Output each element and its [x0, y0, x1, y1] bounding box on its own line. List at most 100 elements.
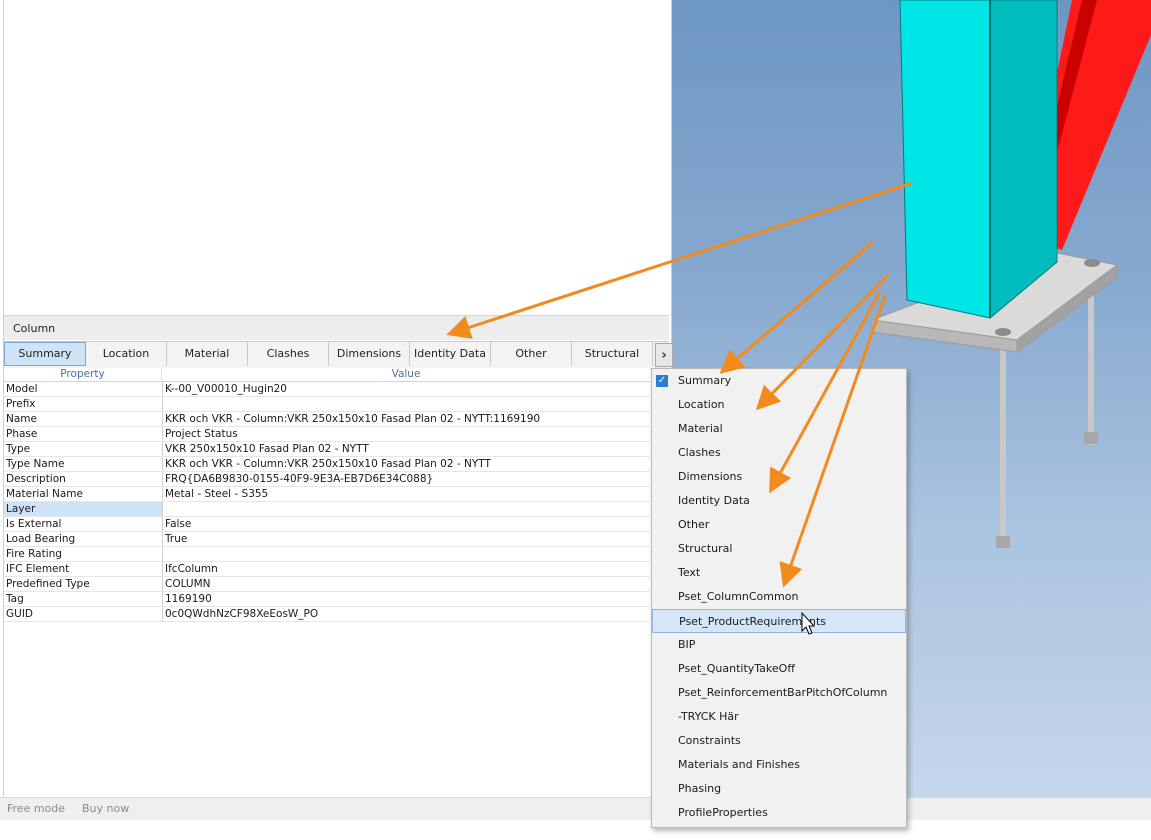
table-row[interactable]: Name KKR och VKR - Column:VKR 250x150x10 … [4, 412, 650, 427]
menu-item-label: Other [678, 518, 710, 531]
menu-item-bip[interactable]: BIP [652, 633, 906, 657]
property-value: 1169190 [165, 593, 212, 605]
property-value: True [165, 533, 188, 545]
menu-item-profile-properties[interactable]: ProfileProperties [652, 801, 906, 825]
tab-identity-data[interactable]: Identity Data [410, 342, 491, 366]
status-bar: Free mode Buy now [0, 797, 1151, 820]
panel-title: Column [13, 322, 56, 335]
table-row[interactable]: Description FRQ{DA6B9830-0155-40F9-9E3A-E… [4, 472, 650, 487]
property-value [163, 547, 650, 561]
tab-dimensions[interactable]: Dimensions [329, 342, 410, 366]
base-bolt-1 [995, 328, 1011, 336]
table-row[interactable]: Predefined Type COLUMN [4, 577, 650, 592]
buy-now-link[interactable]: Buy now [82, 802, 129, 815]
property-name: Tag [4, 592, 163, 606]
property-value: VKR 250x150x10 Fasad Plan 02 - NYTT [165, 443, 369, 455]
menu-item-label: ProfileProperties [678, 806, 768, 819]
chevron-right-icon[interactable]: › [655, 343, 673, 367]
menu-item-summary[interactable]: ✓ Summary [652, 369, 906, 393]
menu-item-other[interactable]: Other [652, 513, 906, 537]
steel-column-side [989, 0, 1058, 320]
menu-item-tryck-har[interactable]: -TRYCK Här [652, 705, 906, 729]
menu-item-pset-reinforcement-bar-pitch[interactable]: Pset_ReinforcementBarPitchOfColumn [652, 681, 906, 705]
property-name: Load Bearing [4, 532, 163, 546]
tab-summary[interactable]: Summary [4, 342, 86, 366]
table-row[interactable]: Load Bearing True [4, 532, 650, 547]
property-value: False [165, 518, 192, 530]
property-value: K--00_V00010_Hugin20 [165, 383, 287, 395]
property-value: KKR och VKR - Column:VKR 250x150x10 Fasa… [165, 458, 491, 470]
tab-location[interactable]: Location [86, 342, 167, 366]
menu-item-location[interactable]: Location [652, 393, 906, 417]
menu-item-label: Identity Data [678, 494, 750, 507]
table-row[interactable]: Tag 1169190 [4, 592, 650, 607]
property-value: KKR och VKR - Column:VKR 250x150x10 Fasa… [165, 413, 541, 425]
table-row[interactable]: Fire Rating [4, 547, 650, 562]
tab-material[interactable]: Material [167, 342, 248, 366]
panel-header: Column [4, 315, 669, 340]
menu-item-label: Summary [678, 374, 732, 387]
table-row[interactable]: Prefix [4, 397, 650, 412]
menu-item-label: Dimensions [678, 470, 743, 483]
property-value: Project Status [165, 428, 238, 440]
menu-item-pset-product-requirements[interactable]: Pset_ProductRequirements [652, 609, 906, 633]
menu-item-label: BIP [678, 638, 696, 651]
right-anchor-rod [1088, 275, 1094, 445]
property-name: Prefix [4, 397, 163, 411]
menu-item-dimensions[interactable]: Dimensions [652, 465, 906, 489]
property-name: Layer [4, 502, 163, 516]
menu-item-phasing[interactable]: Phasing [652, 777, 906, 801]
property-value: Metal - Steel - S355 [165, 488, 269, 500]
property-name: IFC Element [4, 562, 163, 576]
table-row[interactable]: Type Name KKR och VKR - Column:VKR 250x15… [4, 457, 650, 472]
menu-item-pset-column-common[interactable]: Pset_ColumnCommon [652, 585, 906, 609]
menu-item-text[interactable]: Text [652, 561, 906, 585]
tab-visibility-menu: ✓ Summary Location Material Clashes Dimen… [651, 368, 907, 828]
tab-other[interactable]: Other [491, 342, 572, 366]
property-value [163, 502, 650, 516]
menu-item-label: Clashes [678, 446, 721, 459]
property-tabs: Summary Location Material Clashes Dimens… [4, 341, 673, 369]
steel-column-front [899, 0, 991, 319]
property-name: GUID [4, 607, 163, 621]
property-name: Phase [4, 427, 163, 441]
property-value: COLUMN [165, 578, 211, 590]
tab-structural[interactable]: Structural [572, 342, 653, 366]
menu-item-label: Phasing [678, 782, 722, 795]
menu-item-label: -TRYCK Här [678, 710, 739, 723]
property-name: Material Name [4, 487, 163, 501]
property-name: Is External [4, 517, 163, 531]
menu-item-label: Pset_QuantityTakeOff [678, 662, 795, 675]
menu-item-pset-quantity-take-off[interactable]: Pset_QuantityTakeOff [652, 657, 906, 681]
left-anchor-rod [1000, 338, 1006, 548]
menu-item-clashes[interactable]: Clashes [652, 441, 906, 465]
table-row[interactable]: Type VKR 250x150x10 Fasad Plan 02 - NYTT [4, 442, 650, 457]
menu-item-structural[interactable]: Structural [652, 537, 906, 561]
table-row[interactable]: IFC Element IfcColumn [4, 562, 650, 577]
property-value: 0c0QWdhNzCF98XeEosW_PO [165, 608, 319, 620]
menu-item-label: Structural [678, 542, 733, 555]
menu-item-constraints[interactable]: Constraints [652, 729, 906, 753]
property-value: FRQ{DA6B9830-0155-40F9-9E3A-EB7D6E34C088… [165, 473, 434, 485]
property-name: Type Name [4, 457, 163, 471]
table-row[interactable]: Model K--00_V00010_Hugin20 [4, 382, 650, 397]
property-name: Fire Rating [4, 547, 163, 561]
menu-item-label: Materials and Finishes [678, 758, 800, 771]
property-value [163, 397, 650, 411]
menu-item-materials-and-finishes[interactable]: Materials and Finishes [652, 753, 906, 777]
table-row[interactable]: GUID 0c0QWdhNzCF98XeEosW_PO [4, 607, 650, 622]
tab-clashes[interactable]: Clashes [248, 342, 329, 366]
table-row[interactable]: Phase Project Status [4, 427, 650, 442]
base-bolt-2 [1084, 259, 1100, 267]
column-header-property[interactable]: Property [4, 368, 162, 381]
left-rod-nut [996, 536, 1010, 548]
table-row-selected[interactable]: Layer [4, 502, 650, 517]
menu-item-identity-data[interactable]: Identity Data [652, 489, 906, 513]
menu-item-material[interactable]: Material [652, 417, 906, 441]
menu-item-label: Material [678, 422, 723, 435]
column-header-value[interactable]: Value [162, 368, 650, 381]
table-row[interactable]: Material Name Metal - Steel - S355 [4, 487, 650, 502]
property-name: Model [4, 382, 163, 396]
table-row[interactable]: Is External False [4, 517, 650, 532]
checkmark-icon: ✓ [656, 375, 668, 387]
